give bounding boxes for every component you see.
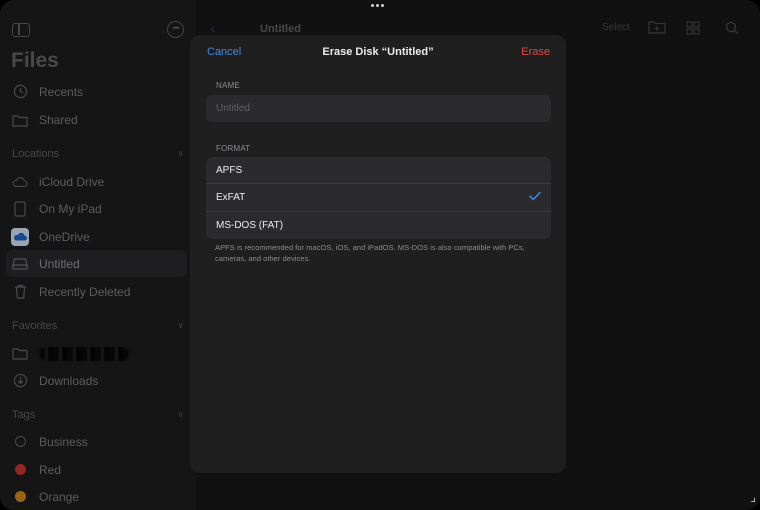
ipad-screen: ••• Files Recents Shared Locations ∨ iCl… — [0, 0, 760, 510]
sheet-title: Erase Disk “Untitled” — [322, 46, 434, 58]
format-option-exfat[interactable]: ExFAT — [206, 184, 551, 212]
erase-button[interactable]: Erase — [521, 46, 550, 58]
disk-name-input[interactable] — [206, 95, 551, 122]
name-section-label: NAME — [216, 81, 240, 90]
format-label: ExFAT — [216, 191, 246, 203]
format-option-apfs[interactable]: APFS — [206, 157, 551, 185]
sheet-header: Cancel Erase Disk “Untitled” Erase — [190, 35, 566, 71]
format-section-label: FORMAT — [216, 144, 251, 153]
format-option-ms-dos[interactable]: MS-DOS (FAT) — [206, 212, 551, 239]
format-label: APFS — [216, 164, 243, 176]
multitasking-grip-icon[interactable] — [371, 4, 384, 7]
checkmark-icon — [529, 190, 541, 204]
resize-corner-icon[interactable]: ⌟ — [750, 490, 756, 504]
format-list: APFS ExFAT MS-DOS (FAT) — [206, 157, 551, 239]
erase-disk-sheet: Cancel Erase Disk “Untitled” Erase NAME … — [190, 35, 566, 473]
format-label: MS-DOS (FAT) — [216, 219, 284, 231]
format-help-text: APFS is recommended for macOS, iOS, and … — [215, 243, 525, 263]
